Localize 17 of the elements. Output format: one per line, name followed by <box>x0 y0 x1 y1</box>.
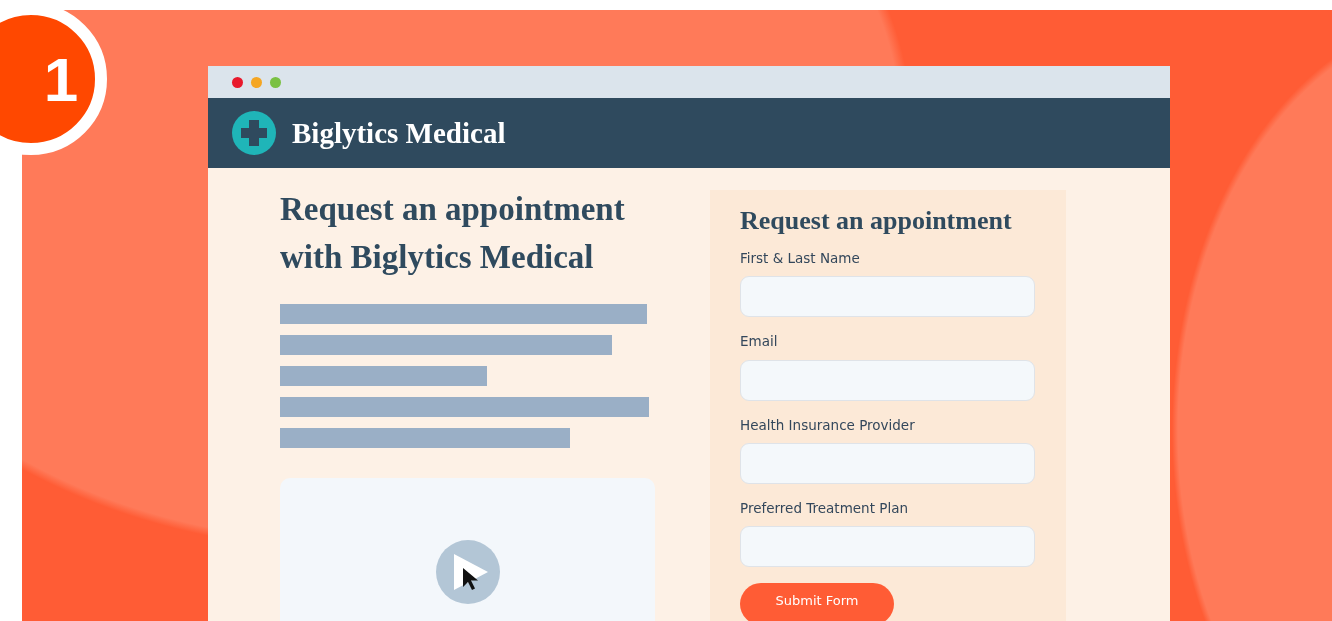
medical-cross-icon <box>232 111 276 155</box>
site-logo-text: Biglytics Medical <box>292 116 506 150</box>
form-heading: Request an appointment <box>740 206 1013 236</box>
input-field[interactable] <box>740 359 1035 401</box>
play-button-icon[interactable] <box>435 539 500 604</box>
input-field[interactable] <box>740 442 1035 484</box>
input-field[interactable] <box>740 526 1035 567</box>
window-control-dot[interactable] <box>270 76 281 88</box>
field-label: First & Last Name <box>740 249 861 268</box>
window-control-dot[interactable] <box>251 76 262 88</box>
field-label: Preferred Treatment Plan <box>740 498 909 518</box>
input-field[interactable] <box>740 276 1035 318</box>
page-heading: Request an appointment with Biglytics Medical <box>280 190 626 277</box>
window-control-dot[interactable] <box>232 76 243 88</box>
field-label: Email <box>740 332 779 352</box>
field-label: Health Insurance Provider <box>740 415 916 435</box>
submit-button[interactable]: Submit Form <box>740 583 894 621</box>
